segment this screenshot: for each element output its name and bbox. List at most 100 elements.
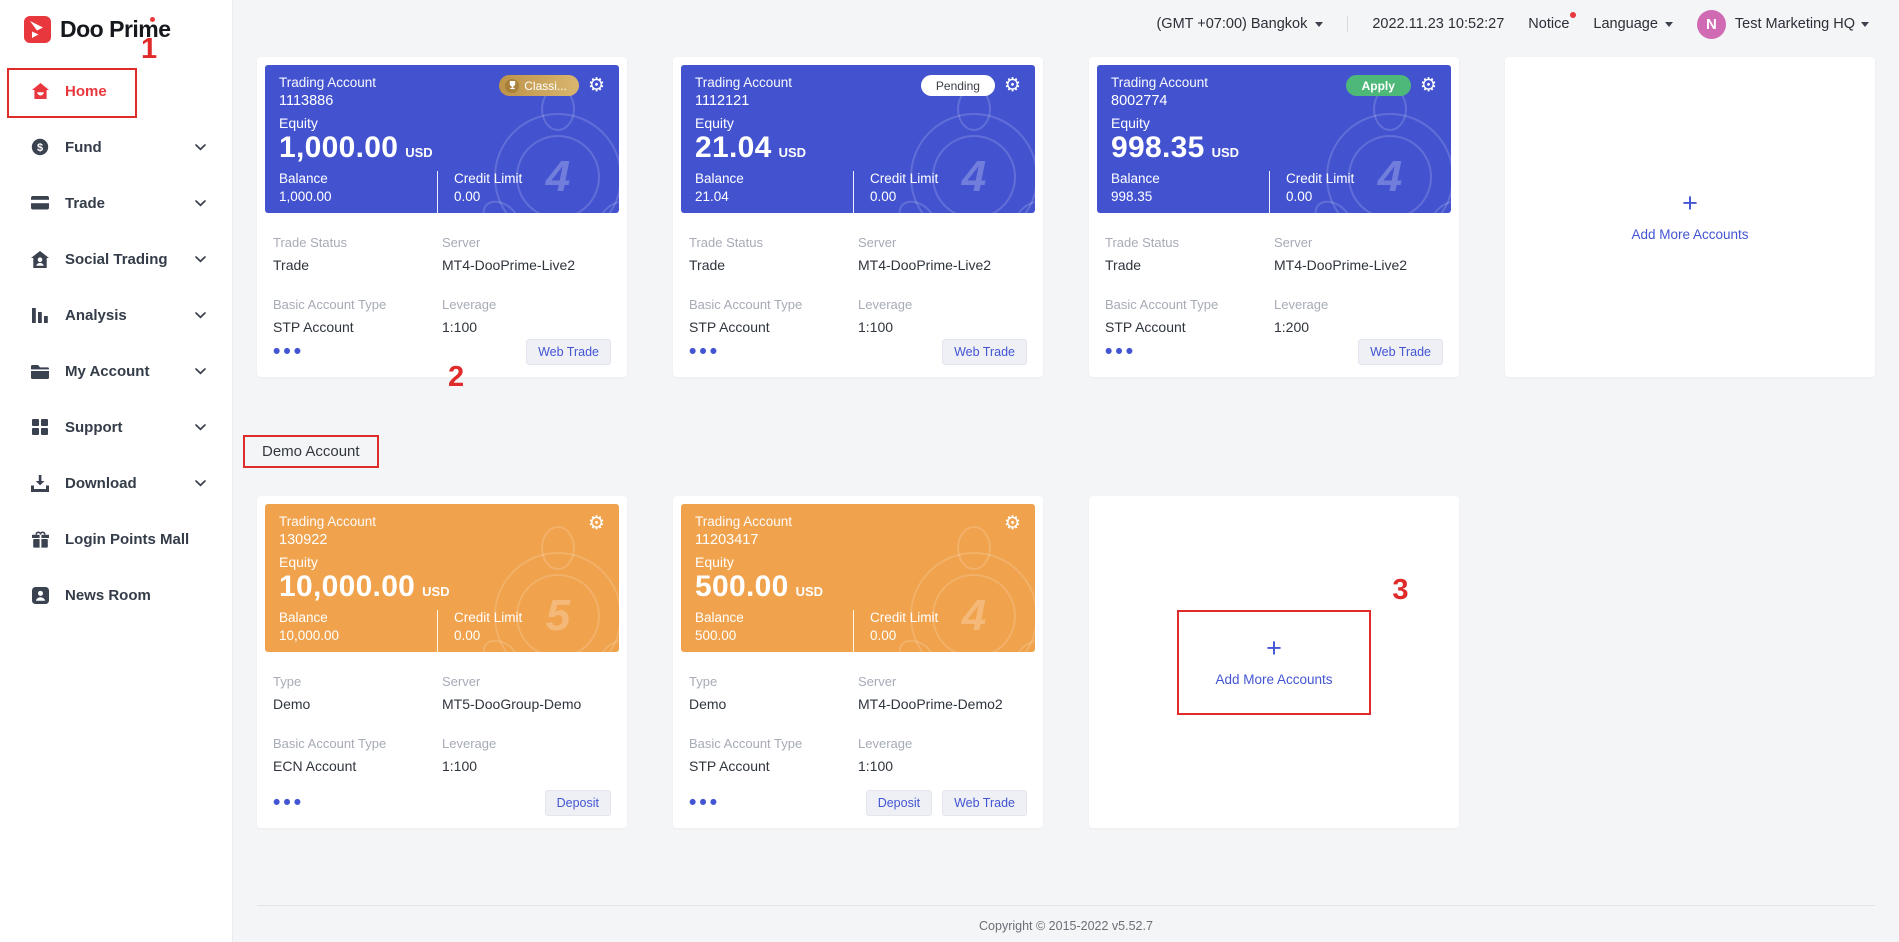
divider: [1269, 171, 1270, 213]
balance-label: Balance: [279, 171, 437, 186]
caret-down-icon: [1665, 22, 1673, 27]
grid-squares-icon: [30, 419, 50, 435]
credit-limit-label: Credit Limit: [454, 610, 522, 625]
pending-badge[interactable]: Pending: [921, 75, 995, 96]
info-cell: ServerMT4-DooPrime-Demo2: [858, 674, 1027, 712]
demo-account-section-label: Demo Account: [243, 435, 379, 468]
settings-gear-icon[interactable]: ⚙: [1420, 76, 1437, 95]
equity-value: 998.35: [1111, 131, 1205, 165]
trading-account-label: Trading Account: [279, 514, 376, 529]
annotation-number-3: 3: [1392, 576, 1408, 605]
social-trading-icon: [30, 251, 50, 268]
account-number: 1112121: [695, 93, 792, 109]
info-cell: Basic Account TypeSTP Account: [689, 736, 858, 774]
info-cell: Basic Account TypeSTP Account: [1105, 297, 1274, 335]
info-cell: ServerMT4-DooPrime-Live2: [442, 235, 611, 273]
logo-red-dot: [150, 17, 155, 22]
more-actions-dots[interactable]: •••: [1105, 347, 1136, 357]
credit-limit-label: Credit Limit: [870, 610, 938, 625]
balance-value: 998.35: [1111, 189, 1269, 204]
trading-account-label: Trading Account: [695, 514, 792, 529]
account-card-8002774: Trading Account 8002774 Apply ⚙ Equity 9…: [1089, 57, 1459, 377]
more-actions-dots[interactable]: •••: [273, 798, 304, 808]
add-more-accounts-card-live[interactable]: + Add More Accounts: [1505, 57, 1875, 377]
deposit-button[interactable]: Deposit: [545, 790, 611, 816]
sidebar-item-login-points-mall[interactable]: Login Points Mall: [0, 511, 232, 567]
currency: USD: [779, 145, 806, 160]
sidebar-item-fund[interactable]: $ Fund: [0, 119, 232, 175]
timezone-dropdown[interactable]: (GMT +07:00) Bangkok: [1156, 16, 1323, 32]
more-actions-dots[interactable]: •••: [689, 347, 720, 357]
web-trade-button[interactable]: Web Trade: [526, 339, 611, 365]
sidebar-item-label: Home: [65, 83, 107, 100]
settings-gear-icon[interactable]: ⚙: [1004, 76, 1021, 95]
equity-label: Equity: [695, 554, 1021, 570]
chevron-down-icon: [195, 474, 206, 492]
more-actions-dots[interactable]: •••: [689, 798, 720, 808]
sidebar-item-label: Download: [65, 475, 137, 492]
chevron-down-icon: [195, 418, 206, 436]
equity-value: 500.00: [695, 570, 789, 604]
sidebar-item-analysis[interactable]: Analysis: [0, 287, 232, 343]
account-number: 130922: [279, 532, 376, 548]
currency: USD: [405, 145, 432, 160]
trading-account-label: Trading Account: [279, 75, 376, 90]
user-menu[interactable]: N Test Marketing HQ: [1697, 10, 1869, 39]
currency: USD: [422, 584, 449, 599]
info-cell: Leverage1:100: [858, 297, 1027, 335]
demo-account-card-130922: Trading Account 130922 ⚙ Equity 10,000.0…: [257, 496, 627, 828]
info-cell: Trade StatusTrade: [689, 235, 858, 273]
info-cell: Trade StatusTrade: [1105, 235, 1274, 273]
web-trade-button[interactable]: Web Trade: [942, 790, 1027, 816]
trading-account-label: Trading Account: [1111, 75, 1208, 90]
credit-limit-value: 0.00: [1286, 189, 1354, 204]
sidebar-item-home[interactable]: Home: [0, 63, 232, 119]
svg-text:$: $: [37, 142, 43, 154]
web-trade-button[interactable]: Web Trade: [1358, 339, 1443, 365]
apply-badge[interactable]: Apply: [1346, 75, 1411, 96]
settings-gear-icon[interactable]: ⚙: [1004, 514, 1021, 533]
timezone-label: (GMT +07:00) Bangkok: [1156, 16, 1307, 32]
info-cell: Basic Account TypeSTP Account: [689, 297, 858, 335]
notice-link[interactable]: Notice: [1528, 16, 1569, 32]
add-more-accounts-card-demo[interactable]: + Add More Accounts 3: [1089, 496, 1459, 828]
chevron-down-icon: [195, 194, 206, 212]
header-divider: [1347, 16, 1348, 32]
credit-limit-value: 0.00: [454, 628, 522, 643]
sidebar-item-support[interactable]: Support: [0, 399, 232, 455]
web-trade-button[interactable]: Web Trade: [942, 339, 1027, 365]
annotation-number-1: 1: [141, 35, 157, 64]
account-card-1112121: Trading Account 1112121 Pending ⚙ Equity…: [673, 57, 1043, 377]
settings-gear-icon[interactable]: ⚙: [588, 76, 605, 95]
more-actions-dots[interactable]: •••: [273, 347, 304, 357]
settings-gear-icon[interactable]: ⚙: [588, 514, 605, 533]
chevron-down-icon: [195, 250, 206, 268]
chevron-down-icon: [195, 362, 206, 380]
language-dropdown[interactable]: Language: [1593, 16, 1673, 32]
caret-down-icon: [1315, 22, 1323, 27]
classic-tier-badge[interactable]: Classi...: [499, 75, 579, 96]
deposit-button[interactable]: Deposit: [866, 790, 932, 816]
sidebar-item-social-trading[interactable]: Social Trading: [0, 231, 232, 287]
sidebar-item-download[interactable]: Download: [0, 455, 232, 511]
sidebar-item-news-room[interactable]: News Room: [0, 567, 232, 623]
annotation-box-add-more: + Add More Accounts 3: [1177, 610, 1370, 715]
sidebar-item-my-account[interactable]: My Account: [0, 343, 232, 399]
sidebar-item-label: Fund: [65, 139, 102, 156]
divider: [853, 171, 854, 213]
chevron-down-icon: [195, 306, 206, 324]
notification-dot: [1570, 12, 1576, 18]
badge-label: Apply: [1362, 79, 1395, 93]
trophy-icon: [505, 79, 519, 93]
account-card-1113886: Trading Account 1113886 Classi... ⚙ Equi…: [257, 57, 627, 377]
account-number: 8002774: [1111, 93, 1208, 109]
caret-down-icon: [1861, 22, 1869, 27]
main-content: Trading Account 1113886 Classi... ⚙ Equi…: [233, 48, 1899, 942]
equity-value: 10,000.00: [279, 570, 415, 604]
sidebar-item-label: Analysis: [65, 307, 127, 324]
sidebar-item-trade[interactable]: Trade: [0, 175, 232, 231]
info-cell: Trade StatusTrade: [273, 235, 442, 273]
balance-value: 1,000.00: [279, 189, 437, 204]
top-header: (GMT +07:00) Bangkok 2022.11.23 10:52:27…: [233, 0, 1899, 48]
info-cell: TypeDemo: [689, 674, 858, 712]
